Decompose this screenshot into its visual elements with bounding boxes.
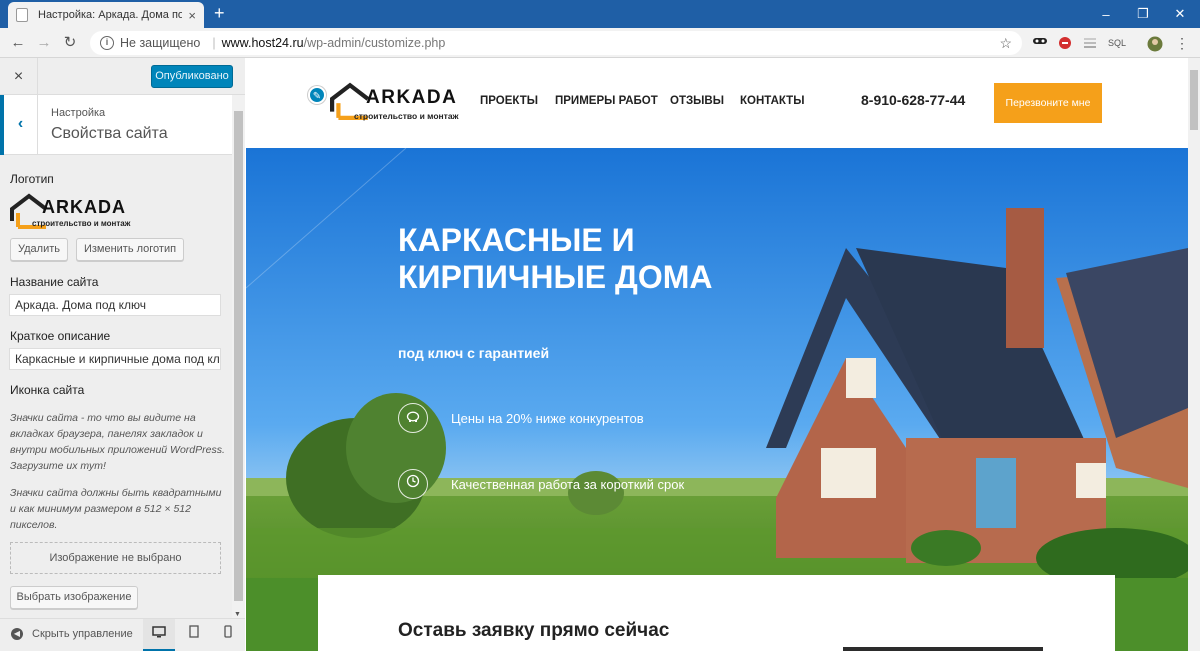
- scrollbar-thumb[interactable]: [1190, 70, 1198, 130]
- section-header: ‹ Настройка Свойства сайта: [0, 95, 232, 155]
- feature-text: Качественная работа за короткий срок: [451, 476, 685, 492]
- extension-sql-icon[interactable]: SQL: [1108, 36, 1126, 50]
- site-header: ✎ ARKADA строительство и монтаж ПРОЕКТЫ …: [246, 58, 1188, 148]
- forward-arrow-icon[interactable]: →: [34, 33, 54, 53]
- desktop-preview-icon[interactable]: [143, 619, 175, 651]
- hero-title: Каркасные и кирпичные дома: [398, 222, 713, 295]
- hide-controls-label: Скрыть управление: [32, 628, 133, 640]
- tablet-preview-icon[interactable]: [178, 619, 210, 651]
- back-arrow-icon[interactable]: ←: [8, 33, 28, 53]
- customizer-footer: ◀ Скрыть управление: [0, 618, 245, 651]
- browser-toolbar: ← → ↻ i Не защищено | www.host24.ru /wp-…: [0, 28, 1200, 58]
- feature-item: Качественная работа за короткий срок: [398, 469, 684, 499]
- form-image: [843, 647, 1043, 651]
- url-host: www.host24.ru: [221, 36, 304, 50]
- address-bar[interactable]: i Не защищено | www.host24.ru /wp-admin/…: [90, 31, 1022, 55]
- nav-link-works[interactable]: ПРИМЕРЫ РАБОТ: [555, 95, 658, 107]
- close-customizer-icon[interactable]: ×: [0, 58, 38, 95]
- tagline-label: Краткое описание: [10, 329, 111, 343]
- profile-avatar[interactable]: [1147, 36, 1163, 52]
- tagline-input[interactable]: Каркасные и кирпичные дома под ключ: [9, 348, 221, 370]
- new-tab-button[interactable]: +: [214, 3, 225, 23]
- reload-icon[interactable]: ↻: [60, 33, 80, 53]
- form-title: Оставь заявку прямо сейчас: [398, 620, 670, 641]
- back-chevron-icon[interactable]: ‹: [0, 95, 38, 155]
- preview-scrollbar[interactable]: [1188, 58, 1200, 651]
- callback-button[interactable]: Перезвоните мне: [994, 83, 1102, 123]
- scroll-down-arrow-icon[interactable]: ▼: [234, 611, 241, 618]
- logo-brand-text: ARKADA: [42, 197, 126, 217]
- hero-subtitle: под ключ с гарантией: [398, 345, 550, 361]
- site-title-input[interactable]: Аркада. Дома под ключ: [9, 294, 221, 316]
- site-icon-size-note: Значки сайта должны быть квадратными и к…: [10, 487, 222, 531]
- scrollbar-thumb[interactable]: [234, 111, 243, 601]
- security-status: Не защищено: [120, 36, 201, 50]
- select-image-button[interactable]: Выбрать изображение: [10, 586, 138, 609]
- panel-scrollbar[interactable]: ▼: [232, 95, 245, 618]
- nav-link-contacts[interactable]: КОНТАКТЫ: [740, 95, 804, 107]
- minimize-button[interactable]: –: [1088, 0, 1124, 28]
- section-title: Свойства сайта: [51, 125, 168, 142]
- tab-title: Настройка: Аркада. Дома под к: [38, 9, 183, 21]
- no-image-placeholder[interactable]: Изображение не выбрано: [10, 542, 221, 574]
- restore-button[interactable]: ❐: [1125, 0, 1161, 28]
- publish-button[interactable]: Опубликовано: [151, 65, 233, 88]
- mobile-preview-icon[interactable]: [212, 619, 244, 651]
- nav-link-projects[interactable]: ПРОЕКТЫ: [480, 95, 538, 107]
- hide-controls-button[interactable]: ◀ Скрыть управление: [11, 628, 133, 640]
- url-path: /wp-admin/customize.php: [303, 36, 446, 50]
- phone-number[interactable]: 8-910-628-77-44: [861, 92, 965, 108]
- hero-section: Каркасные и кирпичные дома под ключ с га…: [246, 148, 1188, 651]
- site-preview: ✎ ARKADA строительство и монтаж ПРОЕКТЫ …: [246, 58, 1188, 651]
- bookmark-star-icon[interactable]: ☆: [999, 35, 1012, 52]
- site-icon-description: Значки сайта - то что вы видите на вклад…: [10, 412, 225, 472]
- clock-icon: [398, 469, 428, 499]
- extension-adblock-icon[interactable]: [1057, 36, 1073, 50]
- piggy-bank-icon: [398, 403, 428, 433]
- site-logo[interactable]: ARKADA строительство и монтаж: [330, 80, 470, 124]
- breadcrumb: Настройка: [51, 107, 106, 119]
- site-title-label: Название сайта: [10, 275, 99, 289]
- edit-shortcut-pencil-icon[interactable]: ✎: [308, 86, 326, 104]
- site-icon-label: Иконка сайта: [10, 383, 85, 397]
- menu-kebab-icon[interactable]: ⋮: [1174, 36, 1190, 50]
- customizer-panel: × Опубликовано ‹ Настройка Свойства сайт…: [0, 58, 245, 651]
- customizer-header: × Опубликовано: [0, 58, 245, 95]
- change-logo-button[interactable]: Изменить логотип: [76, 238, 184, 261]
- window-close-button[interactable]: ✕: [1162, 0, 1198, 28]
- site-brand-text: ARKADA: [366, 87, 458, 108]
- browser-tab[interactable]: Настройка: Аркада. Дома под к ×: [8, 2, 204, 28]
- nav-link-reviews[interactable]: ОТЗЫВЫ: [670, 95, 724, 107]
- logo-preview: ARKADA строительство и монтаж: [10, 191, 160, 231]
- page-icon: [16, 8, 28, 22]
- request-form: Оставь заявку прямо сейчас: [318, 575, 1115, 651]
- site-tagline-text: строительство и монтаж: [354, 111, 459, 121]
- extension-mask-icon[interactable]: [1032, 36, 1048, 50]
- tab-close-icon[interactable]: ×: [188, 8, 196, 23]
- logo-label: Логотип: [10, 172, 54, 186]
- collapse-arrow-icon: ◀: [11, 628, 23, 640]
- info-icon[interactable]: i: [100, 36, 114, 50]
- divider: |: [212, 36, 216, 50]
- extension-stack-icon[interactable]: [1082, 36, 1098, 50]
- logo-tagline-text: строительство и монтаж: [32, 219, 131, 228]
- remove-logo-button[interactable]: Удалить: [10, 238, 68, 261]
- browser-tabstrip: Настройка: Аркада. Дома под к × + – ❐ ✕: [0, 0, 1200, 28]
- feature-item: Цены на 20% ниже конкурентов: [398, 403, 644, 433]
- feature-text: Цены на 20% ниже конкурентов: [451, 410, 644, 426]
